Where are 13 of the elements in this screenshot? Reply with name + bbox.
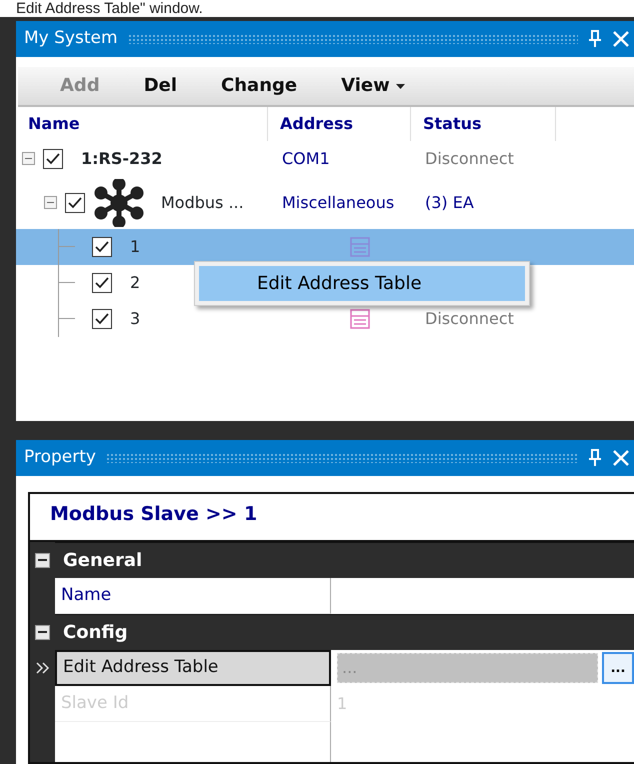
node-name: 1:RS-232 (81, 148, 162, 170)
status-text: Disconnect (425, 308, 514, 328)
address-text: Miscellaneous (282, 192, 394, 212)
node-name: 1 (130, 236, 140, 258)
panel-title: My System (24, 27, 118, 50)
address-text: COM1 (282, 148, 330, 168)
status-text: (3) EA (425, 192, 474, 212)
caption-text: Edit Address Table" window. (15, 0, 204, 17)
node-name: Modbus ... (161, 192, 244, 214)
node-name: 2 (130, 272, 140, 294)
node-name: 3 (130, 308, 140, 330)
panel-title: Property (24, 446, 96, 470)
status-text: Disconnect (425, 148, 514, 168)
